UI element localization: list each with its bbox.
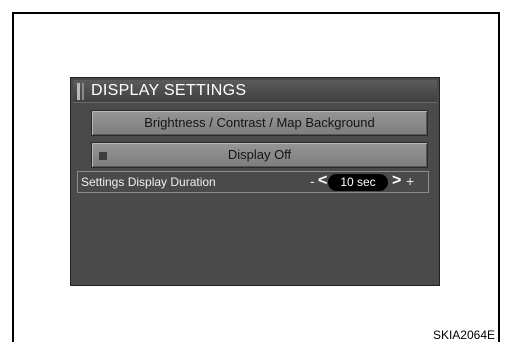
- title-accent-bar: [82, 83, 84, 100]
- right-arrow-icon[interactable]: >: [392, 172, 401, 190]
- display-off-label: Display Off: [227, 147, 292, 162]
- title-bar: DISPLAY SETTINGS: [73, 80, 437, 103]
- brightness-contrast-map-background-button[interactable]: Brightness / Contrast / Map Background: [91, 110, 428, 136]
- settings-display-duration-label: Settings Display Duration: [81, 175, 216, 189]
- title-accent-bar: [77, 83, 80, 100]
- figure-code: SKIA2064E: [432, 328, 495, 342]
- square-indicator-icon: [99, 152, 107, 160]
- display-screen: DISPLAY SETTINGS Brightness / Contrast /…: [70, 77, 440, 286]
- decrease-button[interactable]: -: [310, 173, 315, 189]
- page-title: DISPLAY SETTINGS: [91, 82, 247, 99]
- left-arrow-icon[interactable]: <: [318, 172, 327, 190]
- display-off-button[interactable]: Display Off: [91, 142, 428, 168]
- increase-button[interactable]: +: [406, 173, 414, 189]
- settings-display-duration-row: Settings Display Duration - < 10 sec > +: [77, 171, 429, 193]
- duration-value: 10 sec: [328, 174, 388, 191]
